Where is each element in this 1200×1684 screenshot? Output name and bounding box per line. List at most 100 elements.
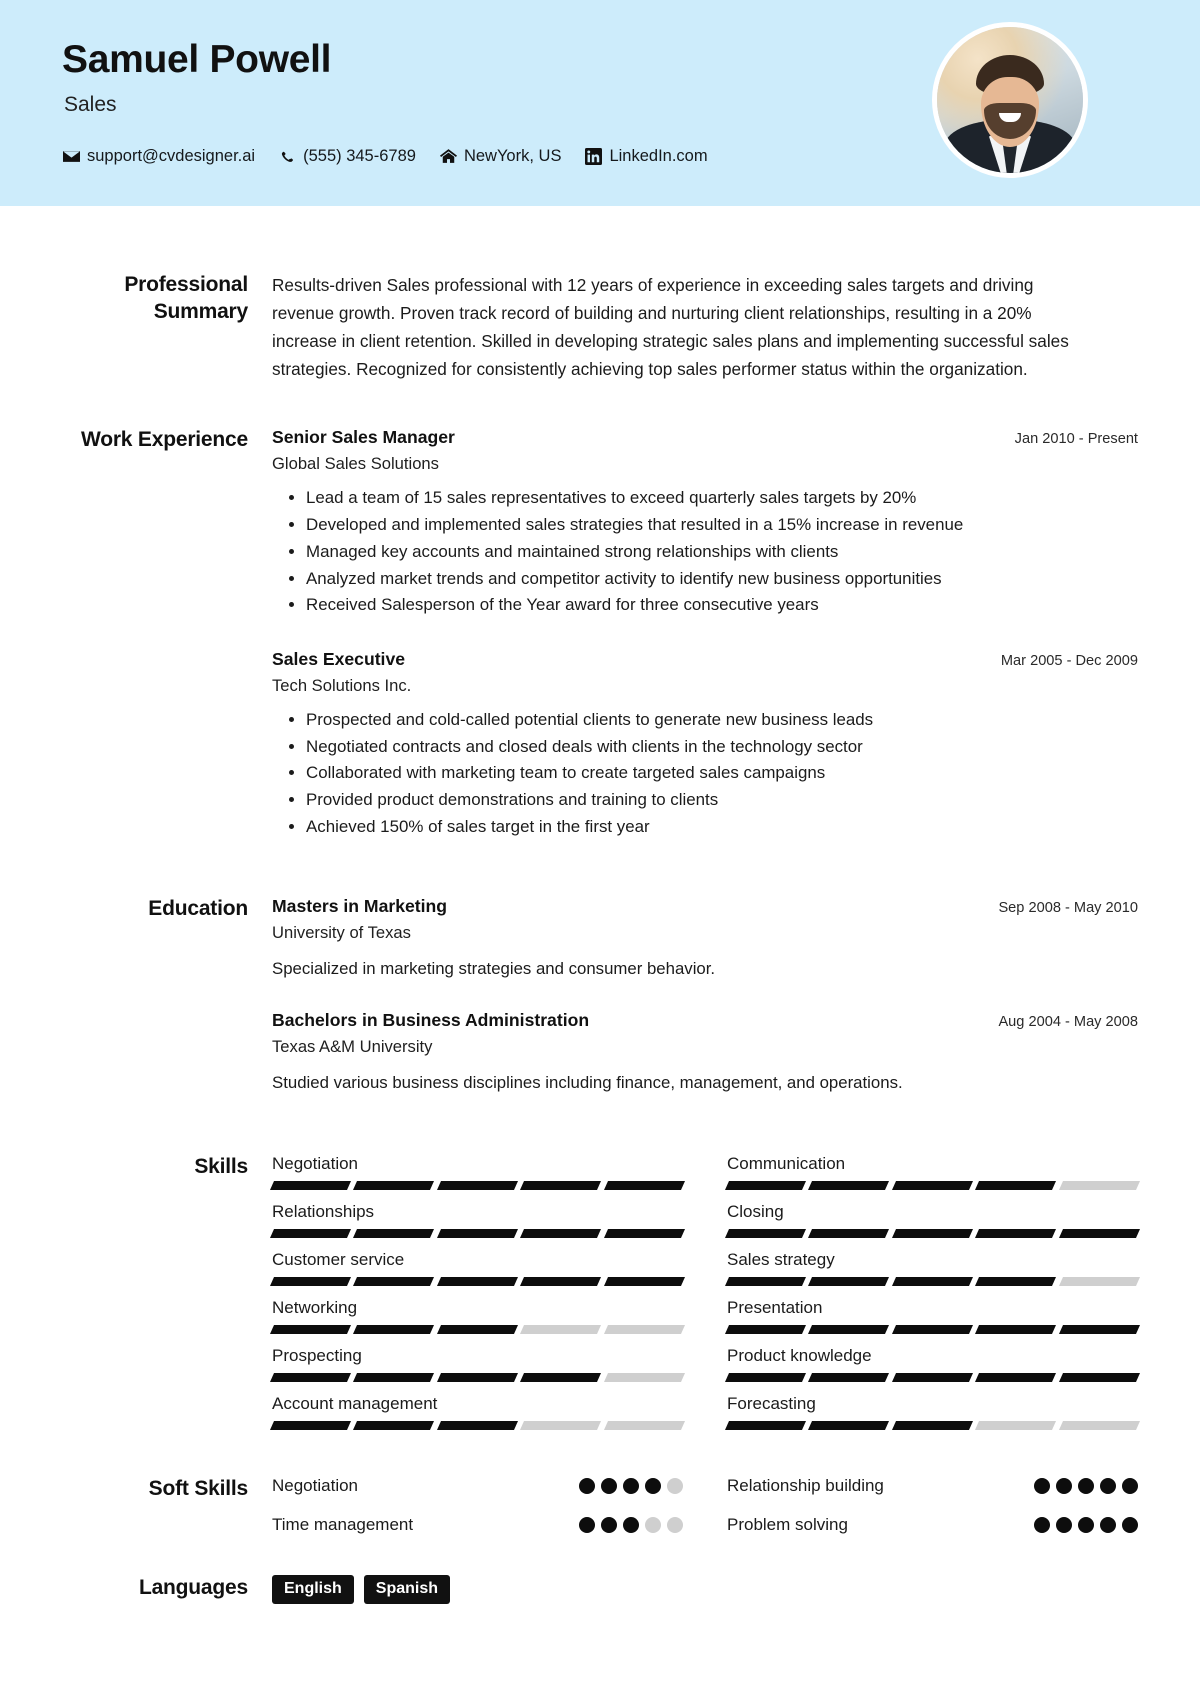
avatar [932, 22, 1088, 178]
skill-level-segment [269, 1420, 352, 1430]
skill-level-bar [269, 1372, 686, 1382]
skill-level-segment [520, 1276, 602, 1286]
rating-dot [579, 1477, 595, 1494]
skill-item: Product knowledge [724, 1345, 1141, 1394]
skill-level-segment [808, 1372, 890, 1382]
skill-level-segment [520, 1372, 602, 1382]
skill-name: Relationships [272, 1201, 375, 1221]
skill-name: Sales strategy [727, 1249, 835, 1269]
skill-level-segment [436, 1324, 519, 1334]
skill-level-bar [269, 1228, 686, 1238]
linkedin-icon [585, 148, 603, 165]
soft-skill-rating [579, 1477, 683, 1494]
section-label-education: Education [148, 897, 248, 921]
work-entry-bullets: Prospected and cold-called potential cli… [272, 707, 1138, 839]
education-entry-head: Bachelors in Business Administration Aug… [272, 1010, 1138, 1031]
soft-skill-rating [1034, 1516, 1138, 1533]
soft-skill-item: Relationship building [727, 1476, 1138, 1496]
soft-skill-item: Problem solving [727, 1515, 1138, 1535]
skill-level-bar [269, 1180, 686, 1190]
skill-level-segment [1058, 1228, 1141, 1238]
skill-level-segment [269, 1228, 352, 1238]
skill-level-segment [724, 1420, 807, 1430]
skill-level-segment [891, 1228, 974, 1238]
skill-item: Closing [724, 1202, 1141, 1250]
skill-name: Networking [272, 1297, 358, 1317]
rating-dot [623, 1516, 639, 1533]
education-entry-head: Masters in Marketing Sep 2008 - May 2010 [272, 896, 1138, 917]
rating-dot [1056, 1477, 1072, 1494]
work-entry-org: Tech Solutions Inc. [272, 675, 412, 695]
skill-item: Relationships [269, 1201, 686, 1250]
work-entries: Senior Sales Manager Jan 2010 - Present … [272, 427, 1138, 840]
skill-level-segment [603, 1228, 686, 1238]
soft-skill-rating [1034, 1477, 1138, 1494]
soft-skill-name: Time management [272, 1514, 414, 1534]
skill-name: Account management [272, 1393, 438, 1413]
contact-phone-text: (555) 345-6789 [303, 147, 416, 165]
skill-level-bar [269, 1276, 686, 1286]
contact-location[interactable]: NewYork, US [439, 147, 561, 166]
rating-dot [1078, 1477, 1094, 1494]
skill-level-segment [891, 1324, 974, 1334]
rating-dot [1056, 1516, 1072, 1533]
work-entry-head: Sales Executive Mar 2005 - Dec 2009 [272, 649, 1138, 670]
skill-level-segment [724, 1372, 807, 1382]
education-entry-title: Masters in Marketing [272, 896, 448, 917]
skill-item: Prospecting [269, 1345, 686, 1394]
resume-page: Samuel Powell Sales support@cvdesigner.a… [0, 0, 1200, 1684]
skill-item: Networking [269, 1297, 686, 1346]
skill-level-segment [808, 1228, 890, 1238]
soft-skill-name: Negotiation [272, 1475, 359, 1495]
skill-level-segment [975, 1228, 1057, 1238]
soft-skills-grid: Negotiation Relationship building Time man… [272, 1476, 1138, 1535]
section-education: Education Masters in Marketing Sep 2008 … [62, 896, 1138, 1094]
skill-level-segment [975, 1180, 1057, 1190]
skill-name: Prospecting [272, 1345, 362, 1365]
skill-level-segment [1058, 1180, 1141, 1190]
skill-level-bar [269, 1324, 686, 1334]
contact-linkedin[interactable]: LinkedIn.com [585, 147, 708, 166]
skill-level-segment [520, 1420, 602, 1430]
list-item: Developed and implemented sales strategi… [306, 512, 1138, 538]
skill-item: Presentation [724, 1298, 1141, 1346]
education-entry-title: Bachelors in Business Administration [272, 1009, 590, 1030]
section-work-experience: Work Experience Senior Sales Manager Jan… [62, 427, 1138, 840]
skill-level-segment [353, 1276, 435, 1286]
language-tag: English [272, 1574, 354, 1605]
contact-phone[interactable]: (555) 345-6789 [279, 147, 416, 166]
skill-level-segment [603, 1324, 686, 1334]
soft-skill-name: Relationship building [727, 1475, 884, 1495]
education-entry-date: Sep 2008 - May 2010 [998, 900, 1138, 917]
education-entry-org: Texas A&M University [272, 1036, 433, 1056]
rating-dot [1034, 1516, 1050, 1533]
skill-level-segment [353, 1180, 435, 1190]
list-item: Negotiated contracts and closed deals wi… [306, 734, 1138, 760]
work-entry-title: Senior Sales Manager [272, 427, 455, 448]
skill-name: Communication [727, 1153, 846, 1173]
skill-level-segment [975, 1420, 1057, 1430]
skill-level-segment [891, 1420, 974, 1430]
skill-level-segment [891, 1372, 974, 1382]
section-soft-skills: Soft Skills Negotiation Relationship buil… [62, 1476, 1138, 1535]
skill-level-bar [724, 1420, 1141, 1430]
soft-skill-name: Problem solving [727, 1514, 848, 1534]
work-entry-date: Mar 2005 - Dec 2009 [1000, 652, 1138, 669]
skill-level-segment [891, 1276, 974, 1286]
education-entry-desc: Studied various business disciplines inc… [272, 1072, 903, 1092]
language-tag: Spanish [363, 1574, 451, 1605]
skill-level-bar [724, 1324, 1141, 1334]
skill-name: Product knowledge [727, 1345, 872, 1365]
contact-email[interactable]: support@cvdesigner.ai [63, 147, 255, 166]
education-entry: Bachelors in Business Administration Aug… [272, 1010, 1138, 1095]
skill-level-segment [808, 1324, 890, 1334]
skills-grid: Negotiation Communication Relationships Clo… [269, 1153, 1141, 1442]
section-label-work: Work Experience [80, 428, 248, 452]
skill-level-segment [603, 1276, 686, 1286]
job-role: Sales [64, 93, 117, 116]
skill-level-segment [269, 1372, 352, 1382]
skill-item: Negotiation [269, 1154, 686, 1202]
skill-level-segment [353, 1228, 435, 1238]
contact-linkedin-text: LinkedIn.com [609, 147, 708, 165]
skill-level-segment [436, 1276, 519, 1286]
